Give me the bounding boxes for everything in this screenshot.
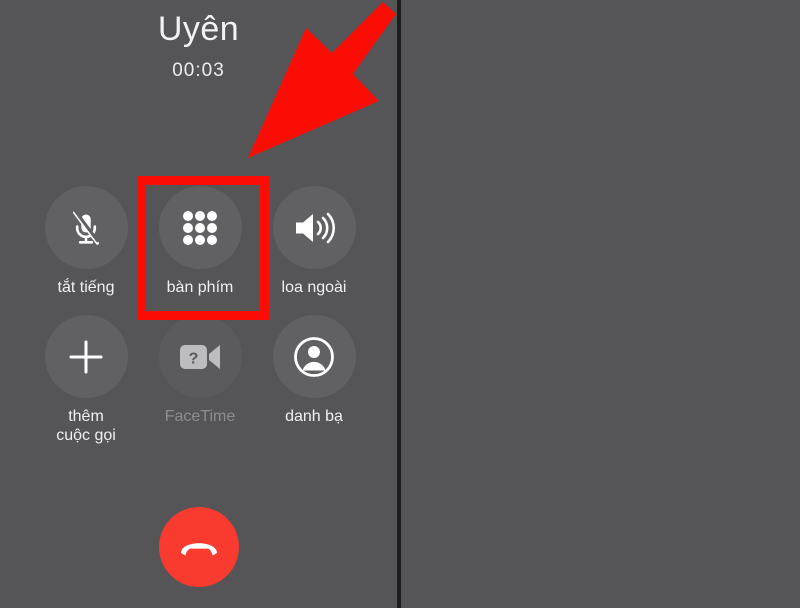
- keypad-button-circle: [158, 186, 242, 269]
- facetime-button-circle: ?: [158, 315, 242, 398]
- call-timer: 00:03: [172, 60, 225, 81]
- video-camera-question-icon: ?: [178, 341, 222, 373]
- in-call-panel: Uyên 00:03 tắt tiếng bàn phím loa ngoài …: [0, 0, 397, 608]
- dialpad-panel: 0 1 2 ABC 3 DEF 4 GHI 5 JKL: [401, 0, 800, 608]
- speaker-button-label: loa ngoài: [281, 279, 347, 296]
- facetime-button-label: FaceTime: [164, 408, 236, 425]
- caller-name: Uyên: [157, 10, 240, 48]
- add-call-button-circle: [44, 315, 128, 398]
- svg-text:?: ?: [189, 350, 199, 367]
- keypad-dots-icon: [180, 208, 220, 248]
- plus-icon: [66, 337, 106, 377]
- contacts-button[interactable]: danh bạ: [258, 315, 370, 445]
- call-actions-grid: tắt tiếng bàn phím loa ngoài thêm cuộc g…: [30, 186, 370, 463]
- call-actions-row-2: thêm cuộc gọi ? FaceTime danh bạ: [30, 315, 370, 445]
- add-call-button[interactable]: thêm cuộc gọi: [30, 315, 142, 445]
- keypad-button-label: bàn phím: [166, 279, 234, 296]
- call-screen: Uyên 00:03 tắt tiếng bàn phím loa ngoài …: [0, 0, 800, 608]
- speaker-waves-icon: [292, 209, 336, 247]
- add-call-button-label: thêm cuộc gọi: [56, 408, 116, 444]
- contacts-button-circle: [272, 315, 356, 398]
- microphone-slash-icon: [66, 207, 106, 249]
- mute-button-circle: [44, 186, 128, 269]
- facetime-button[interactable]: ? FaceTime: [144, 315, 256, 445]
- speaker-button[interactable]: loa ngoài: [258, 186, 370, 297]
- mute-button[interactable]: tắt tiếng: [30, 186, 142, 297]
- mute-button-label: tắt tiếng: [57, 279, 115, 296]
- end-call-handset-icon: [176, 534, 222, 560]
- end-call-button[interactable]: [159, 507, 239, 587]
- contacts-button-label: danh bạ: [285, 408, 343, 425]
- person-circle-icon: [293, 336, 335, 378]
- speaker-button-circle: [272, 186, 356, 269]
- call-actions-row-1: tắt tiếng bàn phím loa ngoài: [30, 186, 370, 297]
- keypad-button[interactable]: bàn phím: [144, 186, 256, 297]
